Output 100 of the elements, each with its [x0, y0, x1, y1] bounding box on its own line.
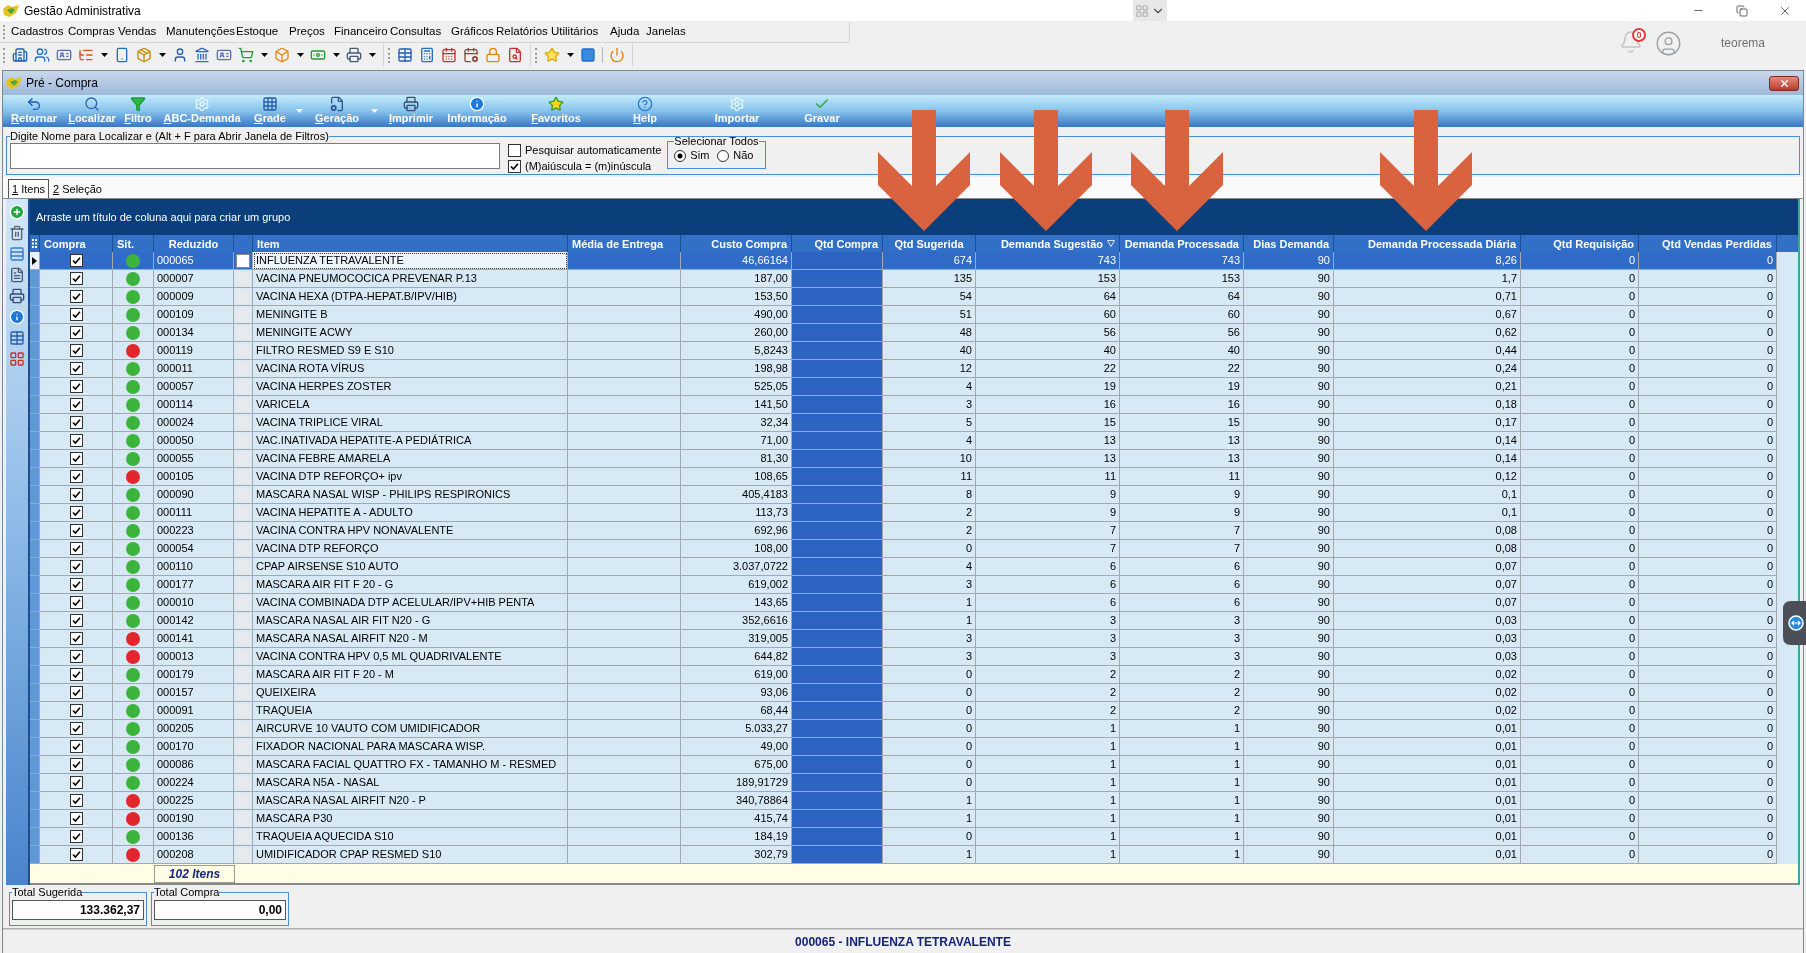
tab[interactable]: 2 Seleção: [49, 179, 106, 198]
table-row[interactable]: 000190 MASCARA P30 415,74 1 1 1 90 0,01 0 0: [30, 810, 1777, 828]
menu-item[interactable]: Compras: [68, 23, 118, 41]
smartphone-icon[interactable]: [114, 47, 130, 63]
checkbox[interactable]: [69, 344, 83, 357]
list-tree-icon[interactable]: [78, 47, 94, 63]
table-row[interactable]: 000013 VACINA CONTRA HPV 0,5 ML QUADRIVALENTE 644,82 3 3 3 90 0,03 0 0: [30, 648, 1777, 666]
checkbox[interactable]: [69, 812, 83, 825]
radio-button[interactable]: [674, 149, 687, 162]
document-icon[interactable]: [9, 267, 25, 283]
table-row[interactable]: 000136 TRAQUEIA AQUECIDA S10 184,19 0 1 1 90 0,01 0 0: [30, 828, 1777, 846]
caret-icon[interactable]: [332, 53, 340, 57]
radio-button[interactable]: [717, 149, 730, 162]
banknote-icon[interactable]: [310, 47, 326, 63]
table-row[interactable]: 000142 MASCARA NASAL AIR FIT N20 - G 352,6616 1 3 3 90 0,03 0 0: [30, 612, 1777, 630]
cart-icon[interactable]: [238, 47, 254, 63]
checkbox[interactable]: [69, 614, 83, 627]
table-row[interactable]: 000208 UMIDIFICADOR CPAP RESMED S10 302,79 1 1 1 90 0,01 0 0: [30, 846, 1777, 864]
calendar-icon[interactable]: [441, 47, 457, 63]
search-field[interactable]: [10, 143, 500, 169]
grid-icon[interactable]: [9, 351, 25, 367]
table-icon[interactable]: [9, 330, 25, 346]
menu-item[interactable]: Ajuda: [610, 23, 646, 41]
table-row[interactable]: 000065 INFLUENZA TETRAVALENTE 46,66164 674 743 743 90 8,26 0 0: [30, 252, 1777, 270]
table-row[interactable]: 000091 TRAQUEIA 68,44 0 2 2 90 0,02 0 0: [30, 702, 1777, 720]
bank-icon[interactable]: [194, 47, 210, 63]
dots-grid-icon[interactable]: [32, 239, 37, 249]
file-search-icon[interactable]: [507, 47, 523, 63]
table-row[interactable]: 000224 MASCARA N5A - NASAL 189,91729 0 1 1 90 0,01 0 0: [30, 774, 1777, 792]
side-tab-icon[interactable]: [1783, 601, 1806, 645]
checkbox-label[interactable]: Pesquisar automaticamente: [525, 144, 662, 157]
caret-icon[interactable]: [296, 53, 304, 57]
calendar-gear-icon[interactable]: [463, 47, 479, 63]
checkbox-label[interactable]: (M)aiúscula = (m)inúscula: [525, 160, 652, 173]
table-row[interactable]: 000157 QUEIXEIRA 93,06 0 2 2 90 0,02 0 0: [30, 684, 1777, 702]
caret-icon[interactable]: [158, 53, 166, 57]
checkbox[interactable]: [69, 560, 83, 573]
menu-item[interactable]: Janelas: [646, 23, 696, 41]
menu-item[interactable]: Utilitários: [551, 23, 610, 41]
table-row[interactable]: 000223 VACINA CONTRA HPV NONAVALENTE 692,96 2 7 7 90 0,08 0 0: [30, 522, 1777, 540]
checkbox[interactable]: [69, 452, 83, 465]
caret-icon[interactable]: [566, 53, 574, 57]
checkbox[interactable]: [69, 758, 83, 771]
checkbox[interactable]: [69, 632, 83, 645]
table-row[interactable]: 000119 FILTRO RESMED S9 E S10 5,8243 40 40 40 90 0,44 0 0: [30, 342, 1777, 360]
id-card-icon[interactable]: [56, 47, 72, 63]
checkbox[interactable]: [69, 524, 83, 537]
table-row[interactable]: 000050 VAC.INATIVADA HEPATITE-A PEDIÁTRICA 71,00 4 13 13 90 0,14 0 0: [30, 432, 1777, 450]
checkbox[interactable]: [69, 506, 83, 519]
total-value-field[interactable]: 133.362,37: [12, 900, 144, 920]
checkbox[interactable]: [69, 416, 83, 429]
close-button[interactable]: [1769, 75, 1799, 91]
table-row[interactable]: 000024 VACINA TRIPLICE VIRAL 32,34 5 15 15 90 0,17 0 0: [30, 414, 1777, 432]
table-row[interactable]: 000054 VACINA DTP REFORÇO 108,00 0 7 7 90 0,08 0 0: [30, 540, 1777, 558]
table-row[interactable]: 000011 VACINA ROTA VÍRUS 198,98 12 22 22 90 0,24 0 0: [30, 360, 1777, 378]
printer-icon[interactable]: [9, 288, 25, 304]
checkbox[interactable]: [508, 160, 521, 173]
user-icon[interactable]: [172, 47, 188, 63]
table-row[interactable]: 000225 MASCARA NASAL AIRFIT N20 - P 340,78864 1 1 1 90 0,01 0 0: [30, 792, 1777, 810]
checkbox[interactable]: [69, 326, 83, 339]
table-row[interactable]: 000141 MASCARA NASAL AIRFIT N20 - M 319,005 3 3 3 90 0,03 0 0: [30, 630, 1777, 648]
checkbox[interactable]: [508, 144, 521, 157]
rows-icon[interactable]: [9, 246, 25, 262]
tab[interactable]: 1 Itens: [8, 179, 50, 198]
checkbox[interactable]: [69, 362, 83, 375]
table-row[interactable]: 000105 VACINA DTP REFORÇO+ ipv 108,65 11 11 11 90 0,12 0 0: [30, 468, 1777, 486]
table-row[interactable]: 000114 VARICELA 141,50 3 16 16 90 0,18 0 0: [30, 396, 1777, 414]
checkbox[interactable]: [69, 308, 83, 321]
checkbox[interactable]: [69, 830, 83, 843]
checkbox[interactable]: [69, 254, 83, 267]
menu-item[interactable]: Consultas: [390, 23, 451, 41]
checkbox[interactable]: [69, 434, 83, 447]
checkbox[interactable]: [69, 704, 83, 717]
radio-label[interactable]: Não: [733, 149, 754, 162]
checkbox[interactable]: [69, 848, 83, 861]
checkbox[interactable]: [69, 722, 83, 735]
checkbox[interactable]: [69, 650, 83, 663]
users-icon[interactable]: [34, 47, 50, 63]
table-row[interactable]: 000057 VACINA HERPES ZOSTER 525,05 4 19 19 90 0,21 0 0: [30, 378, 1777, 396]
trash-icon[interactable]: [9, 225, 25, 241]
table-row[interactable]: 000177 MASCARA AIR FIT F 20 - G 619,002 3 6 6 90 0,07 0 0: [30, 576, 1777, 594]
menu-item[interactable]: Preços: [289, 23, 334, 41]
checkbox[interactable]: [69, 794, 83, 807]
table-row[interactable]: 000010 VACINA COMBINADA DTP ACELULAR/IPV+HIB PENTA 143,65 1 6 6 90 0,07 0 0: [30, 594, 1777, 612]
square-icon[interactable]: [580, 47, 596, 63]
radio-label[interactable]: Sim: [690, 149, 710, 162]
table-row[interactable]: 000009 VACINA HEXA (DTPA-HEPAT.B/IPV/HIB) 153,50 54 64 64 90 0,71 0 0: [30, 288, 1777, 306]
table-row[interactable]: 000055 VACINA FEBRE AMARELA 81,30 10 13 13 90 0,14 0 0: [30, 450, 1777, 468]
table-row[interactable]: 000007 VACINA PNEUMOCOCICA PREVENAR P.13 187,00 135 153 153 90 1,7 0 0: [30, 270, 1777, 288]
table-row[interactable]: 000086 MASCARA FACIAL QUATTRO FX - TAMANHO M - RESMED 675,00 0 1 1 90 0,01 0 0: [30, 756, 1777, 774]
checkbox[interactable]: [69, 272, 83, 285]
menu-item[interactable]: Cadastros: [11, 23, 68, 41]
menu-item[interactable]: Relatórios: [496, 23, 551, 41]
table-row[interactable]: 000110 CPAP AIRSENSE S10 AUTO 3.037,0722 4 6 6 90 0,07 0 0: [30, 558, 1777, 576]
table-row[interactable]: 000109 MENINGITE B 490,00 51 60 60 90 0,67 0 0: [30, 306, 1777, 324]
table-row[interactable]: 000134 MENINGITE ACWY 260,00 48 56 56 90 0,62 0 0: [30, 324, 1777, 342]
table-row[interactable]: 000170 FIXADOR NACIONAL PARA MASCARA WISP. 49,00 0 1 1 90 0,01 0 0: [30, 738, 1777, 756]
checkbox[interactable]: [69, 470, 83, 483]
caret-icon[interactable]: [260, 53, 268, 57]
info-icon[interactable]: [9, 309, 25, 325]
